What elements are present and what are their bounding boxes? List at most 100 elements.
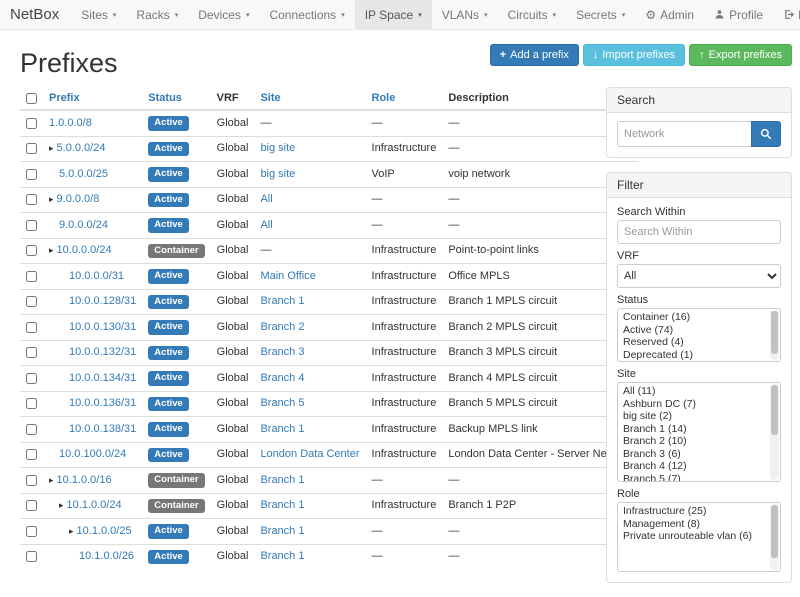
- scrollbar[interactable]: [770, 384, 779, 480]
- site-link[interactable]: Branch 1: [260, 499, 304, 511]
- column-header-status[interactable]: Status: [142, 87, 210, 110]
- filter-option[interactable]: Private unrouteable vlan (6): [620, 530, 766, 543]
- prefix-link[interactable]: 10.0.0.132/31: [69, 346, 136, 358]
- filter-option[interactable]: Active (74): [620, 324, 766, 337]
- row-checkbox[interactable]: [26, 194, 37, 205]
- prefix-link[interactable]: 10.0.0.136/31: [69, 397, 136, 409]
- site-link[interactable]: Branch 1: [260, 474, 304, 486]
- column-header-site[interactable]: Site: [254, 87, 365, 110]
- row-checkbox[interactable]: [26, 398, 37, 409]
- prefix-link[interactable]: 10.0.0.0/31: [69, 270, 124, 282]
- column-header-prefix[interactable]: Prefix: [43, 87, 142, 110]
- row-checkbox[interactable]: [26, 475, 37, 486]
- prefix-link[interactable]: 5.0.0.0/24: [57, 142, 106, 154]
- filter-option[interactable]: Branch 5 (7): [620, 473, 766, 483]
- site-multiselect[interactable]: All (11)Ashburn DC (7)big site (2)Branch…: [617, 382, 781, 482]
- expand-caret-icon[interactable]: ▸: [49, 245, 54, 255]
- row-checkbox[interactable]: [26, 245, 37, 256]
- row-checkbox[interactable]: [26, 220, 37, 231]
- prefix-link[interactable]: 10.0.0.130/31: [69, 321, 136, 333]
- row-checkbox[interactable]: [26, 449, 37, 460]
- filter-option[interactable]: All (11): [620, 385, 766, 398]
- site-link[interactable]: Branch 1: [260, 525, 304, 537]
- filter-option[interactable]: Branch 2 (10): [620, 435, 766, 448]
- nav-item-profile[interactable]: Profile: [704, 0, 773, 29]
- status-multiselect[interactable]: Container (16)Active (74)Reserved (4)Dep…: [617, 308, 781, 362]
- expand-caret-icon[interactable]: ▸: [49, 143, 54, 153]
- expand-caret-icon[interactable]: ▸: [59, 500, 64, 510]
- add-a-prefix-button[interactable]: +Add a prefix: [490, 44, 579, 66]
- site-link[interactable]: All: [260, 193, 272, 205]
- prefix-link[interactable]: 9.0.0.0/24: [59, 219, 108, 231]
- export-prefixes-button[interactable]: ↑Export prefixes: [689, 44, 792, 66]
- site-link[interactable]: Branch 1: [260, 295, 304, 307]
- site-link[interactable]: Branch 1: [260, 423, 304, 435]
- scrollbar[interactable]: [770, 310, 779, 360]
- filter-option[interactable]: Reserved (4): [620, 336, 766, 349]
- nav-item-circuits[interactable]: Circuits▾: [498, 0, 567, 29]
- nav-item-ip-space[interactable]: IP Space▾: [355, 0, 432, 29]
- prefix-link[interactable]: 10.1.0.0/25: [77, 525, 132, 537]
- site-link[interactable]: Branch 4: [260, 372, 304, 384]
- filter-option[interactable]: Branch 1 (14): [620, 423, 766, 436]
- nav-item-admin[interactable]: ⚙Admin: [635, 0, 704, 29]
- row-checkbox[interactable]: [26, 526, 37, 537]
- site-link[interactable]: London Data Center: [260, 448, 359, 460]
- row-checkbox[interactable]: [26, 322, 37, 333]
- row-checkbox[interactable]: [26, 347, 37, 358]
- nav-item-sites[interactable]: Sites▾: [71, 0, 126, 29]
- nav-item-devices[interactable]: Devices▾: [188, 0, 259, 29]
- prefix-link[interactable]: 10.0.0.0/24: [57, 244, 112, 256]
- search-input[interactable]: [617, 121, 751, 147]
- prefix-link[interactable]: 10.0.0.128/31: [69, 295, 136, 307]
- search-within-input[interactable]: [617, 220, 781, 244]
- prefix-link[interactable]: 10.0.0.138/31: [69, 423, 136, 435]
- prefix-link[interactable]: 10.0.100.0/24: [59, 448, 126, 460]
- scrollbar[interactable]: [770, 504, 779, 570]
- nav-item-racks[interactable]: Racks▾: [126, 0, 188, 29]
- site-link[interactable]: Main Office: [260, 270, 315, 282]
- prefix-link[interactable]: 10.1.0.0/26: [79, 550, 134, 562]
- filter-option[interactable]: Branch 3 (6): [620, 448, 766, 461]
- site-link[interactable]: big site: [260, 142, 295, 154]
- row-checkbox[interactable]: [26, 296, 37, 307]
- row-checkbox[interactable]: [26, 118, 37, 129]
- row-checkbox[interactable]: [26, 271, 37, 282]
- expand-caret-icon[interactable]: ▸: [69, 526, 74, 536]
- row-checkbox[interactable]: [26, 551, 37, 562]
- site-link[interactable]: All: [260, 219, 272, 231]
- site-link[interactable]: big site: [260, 168, 295, 180]
- nav-item-log-out[interactable]: Log out: [773, 0, 800, 29]
- row-checkbox[interactable]: [26, 500, 37, 511]
- search-button[interactable]: [751, 121, 781, 147]
- vrf-select[interactable]: All: [617, 264, 781, 288]
- brand-logo[interactable]: NetBox: [10, 0, 59, 29]
- prefix-link[interactable]: 5.0.0.0/25: [59, 168, 108, 180]
- site-link[interactable]: Branch 3: [260, 346, 304, 358]
- filter-option[interactable]: Branch 4 (12): [620, 460, 766, 473]
- site-link[interactable]: Branch 5: [260, 397, 304, 409]
- site-link[interactable]: Branch 2: [260, 321, 304, 333]
- expand-caret-icon[interactable]: ▸: [49, 475, 54, 485]
- filter-option[interactable]: Management (8): [620, 518, 766, 531]
- expand-caret-icon[interactable]: ▸: [49, 194, 54, 204]
- filter-option[interactable]: Ashburn DC (7): [620, 398, 766, 411]
- nav-item-vlans[interactable]: VLANs▾: [432, 0, 498, 29]
- row-checkbox[interactable]: [26, 373, 37, 384]
- filter-option[interactable]: big site (2): [620, 410, 766, 423]
- filter-option[interactable]: Deprecated (1): [620, 349, 766, 362]
- prefix-link[interactable]: 10.0.0.134/31: [69, 372, 136, 384]
- column-header-role[interactable]: Role: [366, 87, 443, 110]
- nav-item-secrets[interactable]: Secrets▾: [566, 0, 635, 29]
- row-checkbox[interactable]: [26, 143, 37, 154]
- select-all-checkbox[interactable]: [26, 93, 37, 104]
- filter-option[interactable]: Container (16): [620, 311, 766, 324]
- import-prefixes-button[interactable]: ↓Import prefixes: [583, 44, 685, 66]
- filter-option[interactable]: Infrastructure (25): [620, 505, 766, 518]
- prefix-link[interactable]: 10.1.0.0/24: [67, 499, 122, 511]
- row-checkbox[interactable]: [26, 424, 37, 435]
- nav-item-connections[interactable]: Connections▾: [259, 0, 354, 29]
- site-link[interactable]: Branch 1: [260, 550, 304, 562]
- role-multiselect[interactable]: Infrastructure (25)Management (8)Private…: [617, 502, 781, 572]
- prefix-link[interactable]: 1.0.0.0/8: [49, 117, 92, 129]
